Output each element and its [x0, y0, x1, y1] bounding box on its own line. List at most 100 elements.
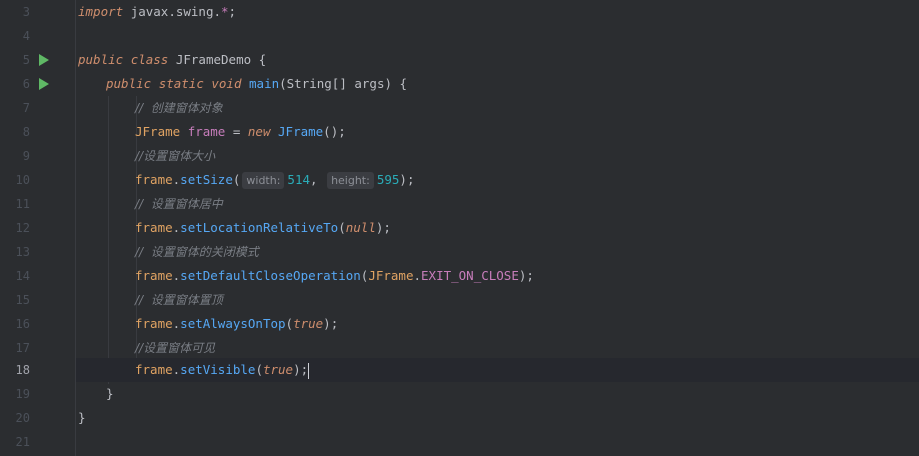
- code-line[interactable]: 8 JFrame frame = new JFrame();: [0, 120, 919, 144]
- code-editor[interactable]: 3 import javax.swing.*; 4 5 public class…: [0, 0, 919, 456]
- keyword: null: [345, 220, 376, 235]
- code-line[interactable]: 6 public static void main(String[] args)…: [0, 72, 919, 96]
- line-number: 12: [15, 221, 30, 235]
- number: 595: [376, 172, 400, 187]
- code-text[interactable]: frame.setAlwaysOnTop(true);: [135, 312, 338, 336]
- keyword: class: [130, 52, 169, 67]
- variable: frame: [135, 362, 173, 377]
- code-line[interactable]: 13 // 设置窗体的关闭模式: [0, 240, 919, 264]
- line-number: 13: [15, 245, 30, 259]
- keyword: public: [106, 76, 152, 91]
- code-line[interactable]: 7 // 创建窗体对象: [0, 96, 919, 120]
- line-number: 15: [15, 293, 30, 307]
- code-text[interactable]: public static void main(String[] args) {: [106, 72, 407, 96]
- comment[interactable]: // 创建窗体对象: [135, 96, 223, 120]
- keyword: void: [211, 76, 242, 91]
- variable: frame: [135, 220, 173, 235]
- code-line[interactable]: 17 //设置窗体可见: [0, 336, 919, 360]
- method-name: main: [249, 76, 280, 91]
- line-number: 8: [22, 125, 30, 139]
- code-line[interactable]: 16 frame.setAlwaysOnTop(true);: [0, 312, 919, 336]
- paren: );: [375, 220, 391, 235]
- keyword: true: [262, 362, 294, 377]
- brace: {: [258, 52, 267, 67]
- code-text[interactable]: frame.setLocationRelativeTo(null);: [135, 216, 391, 240]
- line-number: 3: [22, 5, 30, 19]
- line-number: 4: [22, 29, 30, 43]
- constructor: JFrame: [278, 124, 324, 139]
- constant: EXIT_ON_CLOSE: [421, 268, 519, 283]
- code-text[interactable]: import javax.swing.*;: [78, 0, 236, 24]
- code-line[interactable]: 20 }: [0, 406, 919, 430]
- run-gutter-icon[interactable]: [39, 78, 49, 90]
- comment[interactable]: //设置窗体可见: [135, 336, 215, 360]
- code-text[interactable]: frame.setSize(width: 514, height: 595);: [135, 168, 414, 192]
- package-name: javax.swing.: [130, 4, 221, 19]
- brace[interactable]: }: [78, 406, 86, 430]
- method-call: setDefaultCloseOperation: [180, 268, 361, 283]
- run-gutter-icon[interactable]: [39, 54, 49, 66]
- code-line[interactable]: 11 // 设置窗体居中: [0, 192, 919, 216]
- comment[interactable]: // 设置窗体置顶: [135, 288, 223, 312]
- comment[interactable]: // 设置窗体居中: [135, 192, 223, 216]
- brace[interactable]: }: [106, 382, 114, 406]
- class-ref: JFrame: [368, 268, 414, 283]
- class-name: JFrameDemo: [175, 52, 252, 67]
- line-number: 17: [15, 341, 30, 355]
- wildcard: *: [221, 4, 229, 19]
- method-call: setSize: [180, 172, 233, 187]
- line-number: 6: [22, 77, 30, 91]
- keyword: new: [247, 124, 271, 139]
- code-line[interactable]: 10 frame.setSize(width: 514, height: 595);: [0, 168, 919, 192]
- line-number: 21: [15, 435, 30, 449]
- line-number: 14: [15, 269, 30, 283]
- code-text[interactable]: frame.setDefaultCloseOperation(JFrame.EX…: [135, 264, 534, 288]
- keyword: public: [78, 52, 124, 67]
- variable: frame: [135, 172, 173, 187]
- code-line[interactable]: 15 // 设置窗体置顶: [0, 288, 919, 312]
- code-line[interactable]: 4: [0, 24, 919, 48]
- code-line[interactable]: 21: [0, 430, 919, 454]
- paren: );: [399, 172, 415, 187]
- line-number: 9: [22, 149, 30, 163]
- line-number: 10: [15, 173, 30, 187]
- code-line[interactable]: 3 import javax.swing.*;: [0, 0, 919, 24]
- params: (String[] args) {: [279, 76, 408, 91]
- paren: ();: [323, 124, 346, 139]
- line-number: 19: [15, 387, 30, 401]
- comment[interactable]: //设置窗体大小: [135, 144, 215, 168]
- code-line[interactable]: 12 frame.setLocationRelativeTo(null);: [0, 216, 919, 240]
- paren: );: [323, 316, 339, 331]
- method-call: setAlwaysOnTop: [180, 316, 286, 331]
- code-text[interactable]: frame.setVisible(true);: [135, 358, 310, 382]
- param-hint: width:: [242, 172, 285, 189]
- text-caret: [308, 362, 310, 379]
- code-line-current[interactable]: 18 frame.setVisible(true);: [0, 358, 919, 382]
- line-number: 20: [15, 411, 30, 425]
- keyword: true: [293, 316, 324, 331]
- code-line[interactable]: 5 public class JFrameDemo {: [0, 48, 919, 72]
- variable: frame: [135, 268, 173, 283]
- line-number: 7: [22, 101, 30, 115]
- method-call: setVisible: [180, 362, 256, 377]
- keyword: import: [78, 4, 124, 19]
- semicolon: ;: [228, 4, 237, 19]
- param-hint: height:: [327, 172, 374, 189]
- variable: frame: [187, 124, 226, 139]
- line-number: 5: [22, 53, 30, 67]
- line-number: 18: [15, 363, 30, 377]
- code-line[interactable]: 14 frame.setDefaultCloseOperation(JFrame…: [0, 264, 919, 288]
- code-line[interactable]: 9 //设置窗体大小: [0, 144, 919, 168]
- keyword: static: [158, 76, 204, 91]
- paren: );: [518, 268, 534, 283]
- code-line[interactable]: 19 }: [0, 382, 919, 406]
- assign: =: [225, 124, 248, 139]
- code-text[interactable]: JFrame frame = new JFrame();: [135, 120, 346, 144]
- comment[interactable]: // 设置窗体的关闭模式: [135, 240, 259, 264]
- paren: );: [293, 362, 309, 377]
- line-number: 11: [15, 197, 30, 211]
- method-call: setLocationRelativeTo: [180, 220, 339, 235]
- code-text[interactable]: public class JFrameDemo {: [78, 48, 266, 72]
- type-name: JFrame: [135, 124, 181, 139]
- variable: frame: [135, 316, 173, 331]
